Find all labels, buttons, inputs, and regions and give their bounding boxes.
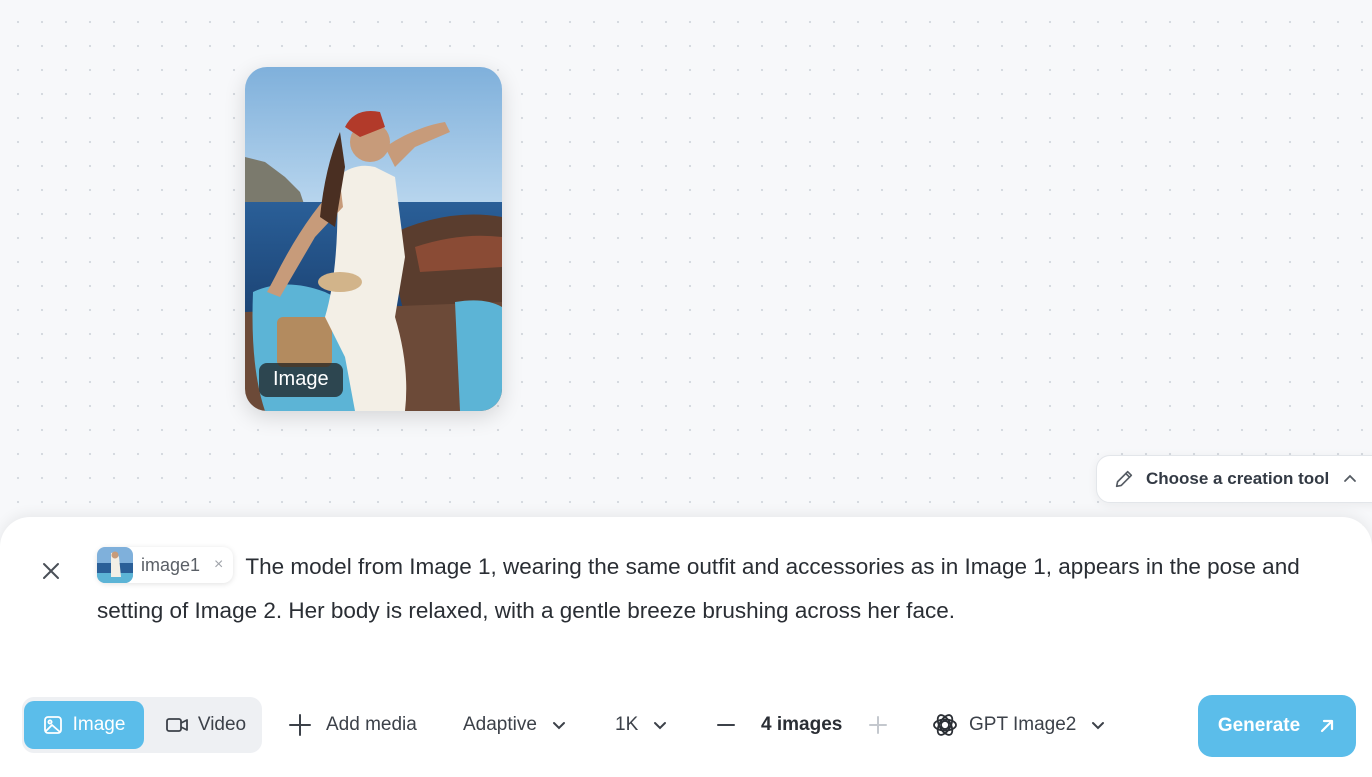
node-type-label: Image (259, 363, 343, 397)
prompt-text-area[interactable]: image1 × The model from Image 1, wearing… (97, 545, 1327, 633)
video-icon (165, 718, 188, 732)
aspect-ratio-value: Adaptive (463, 714, 537, 735)
plus-icon (869, 716, 887, 734)
canvas-image-node[interactable]: Image (245, 67, 502, 411)
chevron-down-icon (1092, 722, 1105, 730)
mode-switcher: Image Video (22, 697, 262, 753)
mode-image-label: Image (72, 714, 126, 735)
prompt-text: The model from Image 1, wearing the same… (97, 554, 1300, 623)
resolution-value: 1K (615, 714, 639, 735)
mode-image-button[interactable]: Image (24, 701, 144, 749)
generate-button[interactable]: Generate (1198, 695, 1356, 757)
aspect-ratio-dropdown[interactable]: Adaptive (463, 695, 567, 755)
minus-icon (717, 724, 735, 726)
add-media-label: Add media (326, 714, 417, 735)
generate-label: Generate (1217, 715, 1301, 736)
choose-creation-tool-label: Choose a creation tool (1146, 469, 1330, 488)
remove-attachment-button[interactable]: × (214, 543, 223, 587)
composer-toolbar: Image Video Add media Adaptive 1K 4 imag… (0, 695, 1372, 757)
prompt-composer: image1 × The model from Image 1, wearing… (0, 517, 1372, 777)
image-count-value: 4 images (761, 714, 843, 735)
close-icon[interactable] (38, 558, 64, 584)
arrow-up-right-icon (1321, 719, 1334, 733)
attachment-thumbnail (97, 547, 133, 584)
image-icon (43, 716, 62, 734)
mode-video-button[interactable]: Video (156, 701, 256, 749)
decrease-count-button[interactable] (716, 695, 736, 755)
model-dropdown[interactable]: GPT Image2 (931, 695, 1106, 755)
model-value: GPT Image2 (969, 714, 1077, 735)
choose-creation-tool-button[interactable]: Choose a creation tool (1096, 455, 1372, 503)
add-media-button[interactable]: Add media (288, 695, 417, 755)
resolution-dropdown[interactable]: 1K (615, 695, 668, 755)
attachment-chip[interactable]: image1 × (97, 547, 234, 584)
pencil-icon (1115, 470, 1133, 488)
plus-icon (289, 714, 311, 736)
mode-video-label: Video (197, 714, 247, 735)
chevron-down-icon (552, 722, 565, 730)
attachment-label: image1 (141, 555, 201, 576)
beach-photo-image (245, 67, 502, 411)
increase-count-button[interactable] (868, 695, 888, 755)
openai-logo-icon (933, 714, 957, 736)
chevron-up-icon (1344, 474, 1357, 482)
chevron-down-icon (654, 722, 667, 730)
